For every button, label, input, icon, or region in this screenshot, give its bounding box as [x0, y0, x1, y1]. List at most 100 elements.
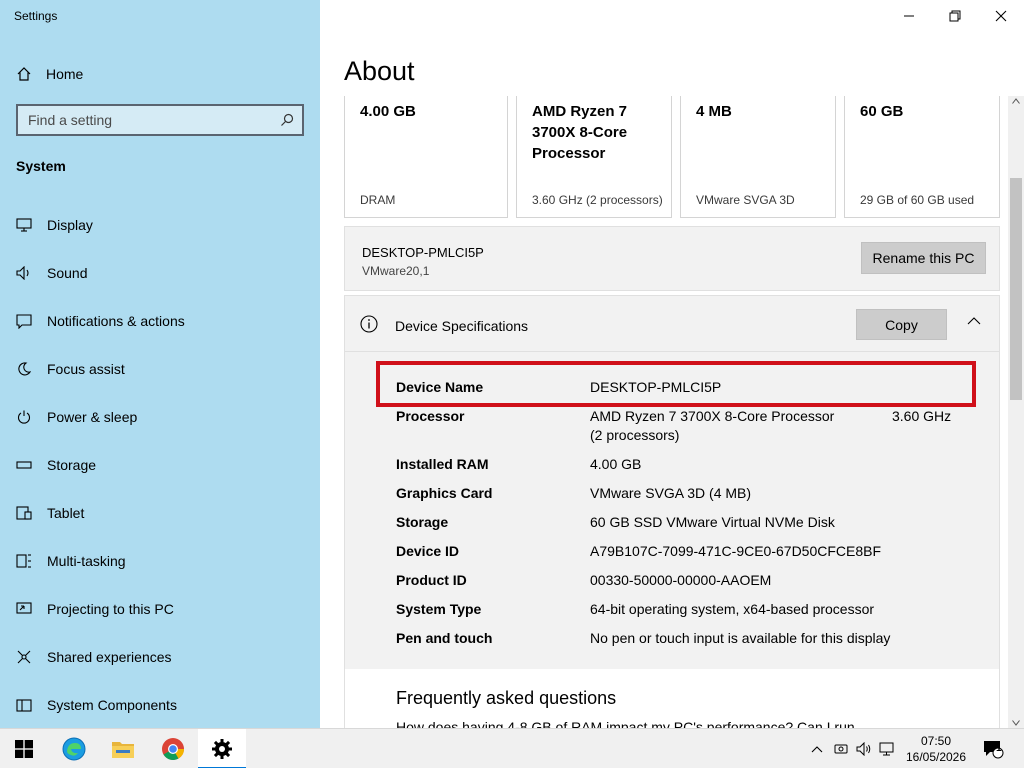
sidebar-item-sound[interactable]: Sound [0, 249, 320, 297]
card-label: VMware SVGA 3D [696, 193, 795, 207]
chrome-icon [162, 738, 184, 760]
components-icon [16, 697, 32, 713]
close-icon [995, 10, 1007, 22]
app-title: Settings [14, 9, 58, 23]
vertical-scrollbar[interactable] [1008, 96, 1024, 728]
close-button[interactable] [978, 0, 1024, 32]
spec-value-speed: 3.60 GHz [892, 408, 952, 424]
search-box[interactable] [16, 104, 304, 136]
sidebar-item-label: Notifications & actions [47, 313, 185, 329]
sidebar-item-tablet[interactable]: Tablet [0, 489, 320, 537]
minimize-icon [904, 15, 914, 17]
device-specifications-title: Device Specifications [395, 318, 529, 334]
sound-icon [16, 265, 32, 281]
card-label: 29 GB of 60 GB used [860, 193, 975, 207]
spec-key: Product ID [396, 572, 467, 588]
restore-icon [949, 10, 961, 22]
page-title: About [344, 56, 415, 86]
moon-icon [16, 361, 32, 377]
start-button[interactable] [0, 729, 48, 768]
chevron-up-icon [811, 745, 823, 752]
spec-value: VMware SVGA 3D (4 MB) [590, 485, 752, 501]
sidebar-item-label: Multi-tasking [47, 553, 126, 569]
card-value: 4.00 GB [360, 103, 416, 120]
processor-card: AMD Ryzen 7 3700X 8-Core Processor 3.60 … [516, 96, 672, 218]
network-button[interactable] [876, 729, 898, 768]
spec-key: Storage [396, 514, 449, 530]
faq-question-link[interactable]: How does having 4-8 GB of RAM impact my … [396, 719, 855, 728]
sidebar: Settings Home System Display Sound Notif… [0, 0, 320, 728]
notifications-icon [16, 313, 32, 329]
chevron-up-icon[interactable] [967, 317, 981, 325]
pc-name-panel: DESKTOP-PMLCI5P VMware20,1 Rename this P… [344, 226, 1000, 291]
gear-icon [212, 739, 232, 759]
sidebar-item-label: Tablet [47, 505, 85, 521]
sidebar-item-label: Display [47, 217, 93, 233]
info-icon [360, 315, 378, 333]
sidebar-item-power-sleep[interactable]: Power & sleep [0, 393, 320, 441]
meet-now-button[interactable] [830, 729, 852, 768]
storage-icon [16, 457, 32, 473]
sidebar-item-notifications[interactable]: Notifications & actions [0, 297, 320, 345]
sidebar-item-label: Storage [47, 457, 97, 473]
card-value: 4 MB [696, 103, 732, 120]
spec-value: A79B107C-7099-471C-9CE0-67D50CFCE8BF [590, 543, 882, 559]
spec-key: Processor [396, 408, 465, 424]
sidebar-item-projecting[interactable]: Projecting to this PC [0, 585, 320, 633]
notification-count-badge: 1 [996, 743, 1002, 754]
sidebar-item-system-components[interactable]: System Components [0, 681, 320, 729]
clock-time: 07:50 [920, 734, 952, 748]
spec-key: Device ID [396, 543, 460, 559]
scroll-down-arrow-icon[interactable] [1012, 720, 1020, 726]
sidebar-item-label: System Components [47, 697, 177, 713]
sidebar-item-label: Projecting to this PC [47, 601, 174, 617]
windows-logo-icon [15, 740, 33, 758]
search-icon[interactable] [280, 113, 294, 127]
scroll-up-arrow-icon[interactable] [1012, 98, 1020, 104]
storage-card: 60 GB 29 GB of 60 GB used [844, 96, 1000, 218]
edge-taskbar-button[interactable] [50, 729, 98, 768]
restore-button[interactable] [932, 0, 978, 32]
sidebar-item-label: Power & sleep [47, 409, 138, 425]
sidebar-item-label: Shared experiences [47, 649, 172, 665]
action-center-button[interactable]: 1 [978, 729, 1008, 768]
spec-value: 00330-50000-00000-AAOEM [590, 572, 772, 588]
sidebar-item-label: Sound [47, 265, 88, 281]
show-hidden-icons-button[interactable] [806, 729, 828, 768]
home-link[interactable]: Home [16, 63, 83, 85]
sidebar-item-shared-experiences[interactable]: Shared experiences [0, 633, 320, 681]
network-icon [879, 742, 894, 756]
taskbar: 07:50 16/05/2026 1 [0, 728, 1024, 768]
power-icon [16, 409, 32, 425]
edge-icon [62, 737, 86, 761]
shared-icon [16, 649, 32, 665]
faq-section: Frequently asked questions How does havi… [344, 669, 1000, 728]
minimize-button[interactable] [886, 0, 932, 32]
file-explorer-taskbar-button[interactable] [99, 729, 147, 768]
spec-key: System Type [396, 601, 482, 617]
pc-model: VMware20,1 [362, 264, 430, 278]
section-label: System [16, 158, 66, 174]
settings-taskbar-button[interactable] [198, 729, 246, 768]
copy-button[interactable]: Copy [856, 309, 947, 340]
volume-icon [856, 742, 871, 756]
device-specifications-panel: Device Specifications Copy Device Name D… [344, 295, 1000, 669]
search-input[interactable] [28, 112, 268, 128]
spec-key: Installed RAM [396, 456, 489, 472]
sidebar-item-storage[interactable]: Storage [0, 441, 320, 489]
sidebar-item-multitasking[interactable]: Multi-tasking [0, 537, 320, 585]
chrome-taskbar-button[interactable] [149, 729, 197, 768]
sidebar-item-display[interactable]: Display [0, 201, 320, 249]
scrollbar-thumb[interactable] [1010, 178, 1022, 400]
multitasking-icon [16, 553, 32, 569]
volume-button[interactable] [853, 729, 875, 768]
sidebar-item-focus-assist[interactable]: Focus assist [0, 345, 320, 393]
device-specifications-header[interactable]: Device Specifications Copy [345, 296, 999, 352]
spec-value: 64-bit operating system, x64-based proce… [590, 601, 875, 617]
spec-value: AMD Ryzen 7 3700X 8-Core Processor [590, 408, 835, 424]
spec-key: Pen and touch [396, 630, 493, 646]
taskbar-clock[interactable]: 07:50 16/05/2026 [900, 733, 972, 765]
spec-key: Graphics Card [396, 485, 493, 501]
tablet-icon [16, 505, 32, 521]
rename-pc-button[interactable]: Rename this PC [861, 242, 986, 274]
